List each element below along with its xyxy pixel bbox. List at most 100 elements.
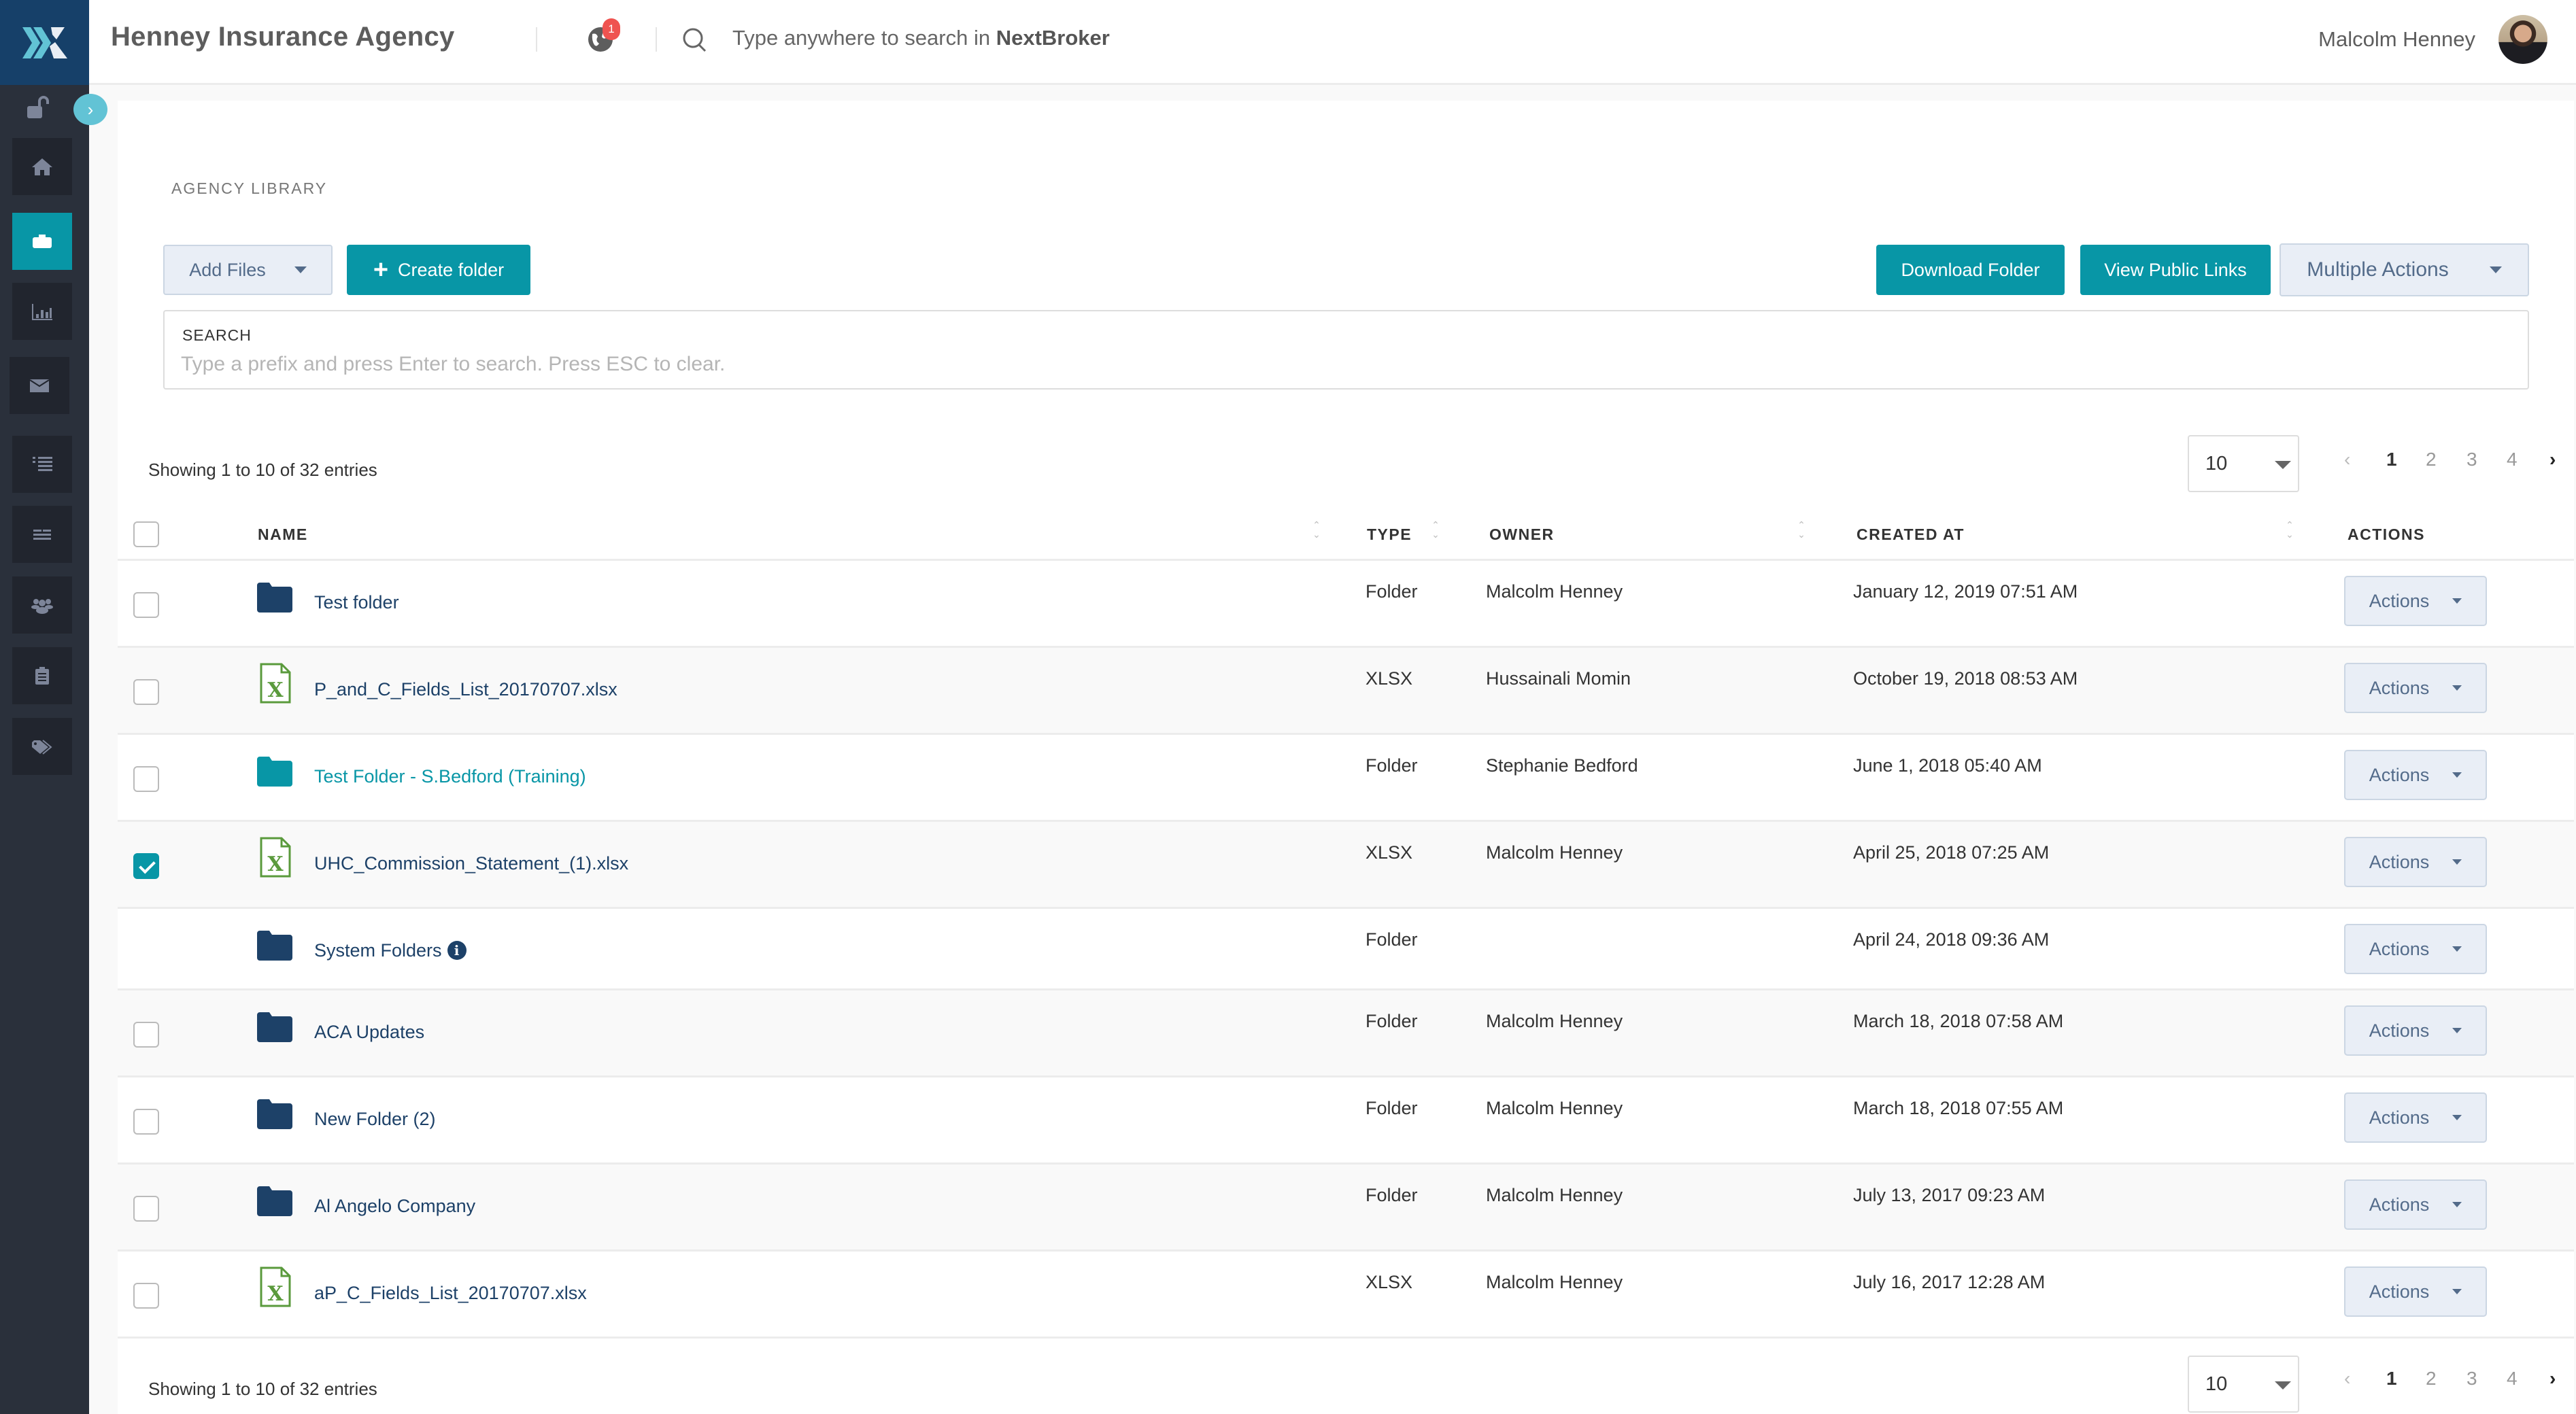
file-name-link[interactable]: Al Angelo Company [314, 1196, 475, 1217]
type-cell: Folder [1366, 1098, 1418, 1118]
view-public-links-button[interactable]: View Public Links [2080, 245, 2271, 295]
row-checkbox[interactable] [133, 592, 159, 618]
created-at-cell: June 1, 2018 05:40 AM [1853, 755, 2042, 776]
pagination-next[interactable]: › [2549, 449, 2556, 470]
row-checkbox[interactable] [133, 766, 159, 792]
row-actions-button[interactable]: Actions [2344, 837, 2487, 887]
table-row[interactable]: XaP_C_Fields_List_20170707.xlsx XLSX Malco… [118, 1252, 2574, 1339]
row-checkbox[interactable] [133, 1109, 159, 1135]
table-row[interactable]: Al Angelo Company Folder Malcolm Henney Jul… [118, 1165, 2574, 1252]
table-row[interactable]: X P_and_C_Fields_List_20170707.xlsx XLSX Hu… [118, 648, 2574, 735]
sidebar-item-reports[interactable] [12, 283, 72, 340]
row-actions-button[interactable]: Actions [2344, 750, 2487, 800]
create-folder-button[interactable]: + Create folder [347, 245, 530, 295]
row-actions-button[interactable]: Actions [2344, 663, 2487, 713]
sidebar-item-tasks[interactable] [12, 647, 72, 704]
file-name-link[interactable]: Test Folder - S.Bedford (Training) [314, 766, 586, 787]
table-row[interactable]: X UHC_Commission_Statement_(1).xlsx XLSX Ma… [118, 822, 2574, 909]
add-files-button[interactable]: Add Files [163, 245, 333, 295]
type-cell: Folder [1366, 1185, 1418, 1205]
owner-cell: Malcolm Henney [1486, 581, 1623, 602]
page-size-select[interactable]: 10 [2188, 435, 2299, 492]
sort-icon[interactable]: ⌃ ⌄ [1311, 520, 1322, 543]
nextbroker-logo[interactable] [0, 0, 89, 85]
table-row[interactable]: System Folders i Folder April 24, 2018 09:3… [118, 909, 2574, 990]
owner-cell: Malcolm Henney [1486, 1098, 1623, 1118]
library-search-input[interactable] [181, 351, 2493, 378]
row-actions-button[interactable]: Actions [2344, 1005, 2487, 1056]
download-folder-button[interactable]: Download Folder [1876, 245, 2065, 295]
caret-down-icon [2275, 1381, 2291, 1390]
sort-icon[interactable]: ⌃ ⌄ [1430, 520, 1441, 543]
sidebar-item-list[interactable] [12, 436, 72, 493]
column-header-type[interactable]: TYPE [1367, 525, 1412, 544]
folder-icon [256, 1005, 294, 1046]
sidebar-item-users[interactable] [12, 576, 72, 634]
top-header: Henney Insurance Agency 1 Type anywhere … [89, 0, 2576, 85]
row-checkbox[interactable] [133, 1196, 159, 1222]
pagination-page-1[interactable]: 1 [2386, 449, 2397, 470]
file-name-link[interactable]: ACA Updates [314, 1022, 424, 1043]
select-all-checkbox[interactable] [133, 521, 159, 547]
multiple-actions-button[interactable]: Multiple Actions [2280, 243, 2529, 296]
pagination-page-2[interactable]: 2 [2426, 449, 2437, 470]
sidebar-item-mail[interactable] [10, 357, 69, 414]
user-name[interactable]: Malcolm Henney [2318, 27, 2475, 52]
table-row[interactable]: Test folder Folder Malcolm Henney January 1… [118, 561, 2574, 648]
sidebar-item-library[interactable] [12, 213, 72, 270]
file-name-link[interactable]: Test folder [314, 592, 399, 613]
pagination-page-3[interactable]: 3 [2467, 449, 2477, 470]
sort-icon[interactable]: ⌃ ⌄ [2284, 520, 2295, 543]
file-name-link[interactable]: New Folder (2) [314, 1109, 436, 1130]
library-table: NAME ⌃ ⌄ TYPE ⌃ ⌄ OWNER ⌃ ⌄ CREATED AT ⌃ ⌄ A… [118, 506, 2574, 1339]
sidebar-item-menu[interactable] [12, 506, 72, 563]
column-header-name[interactable]: NAME [258, 525, 308, 544]
unlock-icon[interactable] [26, 95, 50, 120]
row-actions-button[interactable]: Actions [2344, 576, 2487, 626]
global-search-prompt[interactable]: Type anywhere to search in NextBroker [732, 26, 1110, 50]
table-row[interactable]: ACA Updates Folder Malcolm Henney March 18,… [118, 990, 2574, 1077]
type-cell: Folder [1366, 929, 1418, 950]
table-row[interactable]: Test Folder - S.Bedford (Training) Folder… [118, 735, 2574, 822]
file-name-link[interactable]: aP_C_Fields_List_20170707.xlsx [314, 1283, 587, 1304]
row-actions-button[interactable]: Actions [2344, 924, 2487, 974]
row-checkbox[interactable] [133, 1022, 159, 1048]
column-header-created-at[interactable]: CREATED AT [1857, 525, 1965, 544]
pagination-page-4[interactable]: 4 [2507, 449, 2518, 470]
sort-icon[interactable]: ⌃ ⌄ [1796, 520, 1807, 543]
pagination-prev[interactable]: ‹ [2344, 1368, 2350, 1390]
caret-down-icon [2452, 1028, 2462, 1033]
pagination-prev[interactable]: ‹ [2344, 449, 2350, 470]
caret-down-icon [2452, 598, 2462, 604]
pagination-page-4[interactable]: 4 [2507, 1368, 2518, 1390]
expand-sidebar-button[interactable]: › [73, 94, 107, 125]
folder-icon [256, 576, 294, 617]
excel-file-icon: X [256, 1266, 294, 1307]
column-header-owner[interactable]: OWNER [1489, 525, 1555, 544]
search-icon[interactable] [681, 26, 709, 54]
pagination-page-3[interactable]: 3 [2467, 1368, 2477, 1390]
type-cell: XLSX [1366, 668, 1413, 689]
pagination-page-1[interactable]: 1 [2386, 1368, 2397, 1390]
file-name-link[interactable]: UHC_Commission_Statement_(1).xlsx [314, 853, 628, 874]
svg-text:X: X [267, 1282, 284, 1306]
pagination-next[interactable]: › [2549, 1368, 2556, 1390]
row-actions-button[interactable]: Actions [2344, 1266, 2487, 1317]
row-checkbox[interactable] [133, 679, 159, 705]
row-actions-button[interactable]: Actions [2344, 1092, 2487, 1143]
file-name-link[interactable]: System Folders i [314, 940, 467, 961]
info-icon[interactable]: i [447, 941, 467, 960]
table-row[interactable]: New Folder (2) Folder Malcolm Henney March … [118, 1077, 2574, 1165]
row-actions-button[interactable]: Actions [2344, 1179, 2487, 1230]
pagination-page-2[interactable]: 2 [2426, 1368, 2437, 1390]
file-name-link[interactable]: P_and_C_Fields_List_20170707.xlsx [314, 679, 617, 700]
row-checkbox[interactable] [133, 853, 159, 879]
svg-text:X: X [267, 678, 284, 702]
sidebar-item-home[interactable] [12, 138, 72, 195]
sidebar-item-tags[interactable] [12, 718, 72, 775]
page-size-select-bottom[interactable]: 10 [2188, 1356, 2299, 1413]
user-avatar[interactable] [2498, 15, 2547, 64]
row-checkbox[interactable] [133, 1283, 159, 1309]
library-search: SEARCH [163, 310, 2529, 390]
caret-down-icon [2452, 859, 2462, 865]
